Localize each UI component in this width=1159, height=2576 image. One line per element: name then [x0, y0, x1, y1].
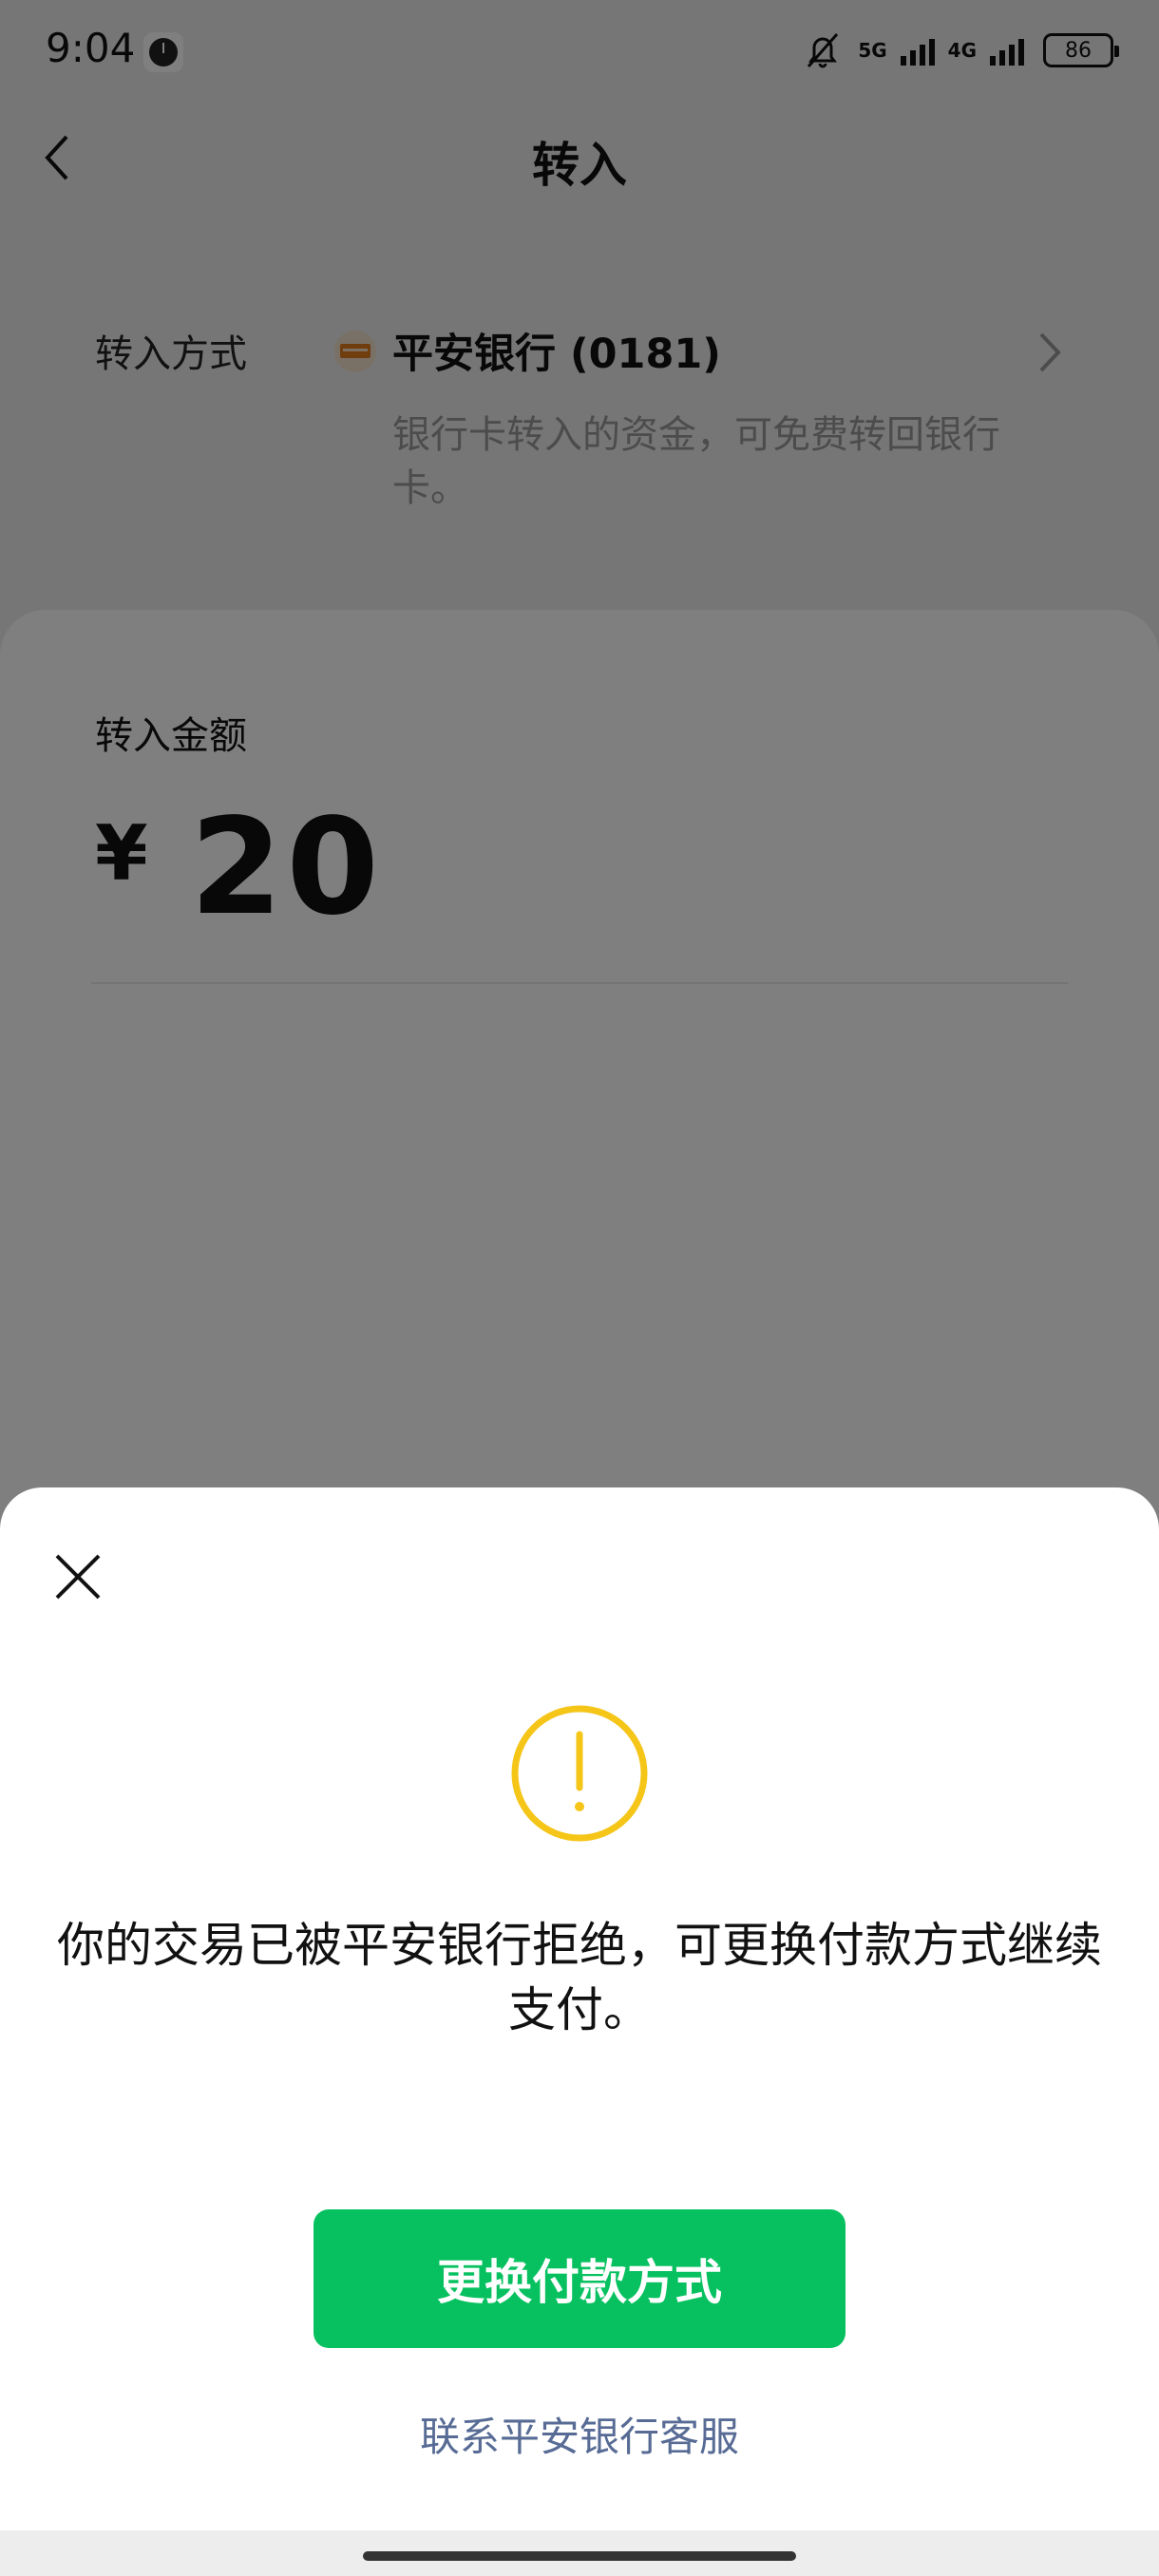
warning-icon — [511, 1705, 648, 1842]
change-payment-method-button[interactable]: 更换付款方式 — [314, 2209, 846, 2348]
error-bottom-sheet: 你的交易已被平安银行拒绝，可更换付款方式继续支付。 更换付款方式 联系平安银行客… — [0, 1487, 1159, 2530]
error-message: 你的交易已被平安银行拒绝，可更换付款方式继续支付。 — [57, 1918, 1102, 2037]
close-icon[interactable] — [51, 1550, 104, 1603]
home-indicator[interactable] — [363, 2551, 796, 2561]
contact-bank-support-link[interactable]: 联系平安银行客服 — [0, 2405, 1159, 2463]
home-bar — [0, 2530, 1159, 2576]
